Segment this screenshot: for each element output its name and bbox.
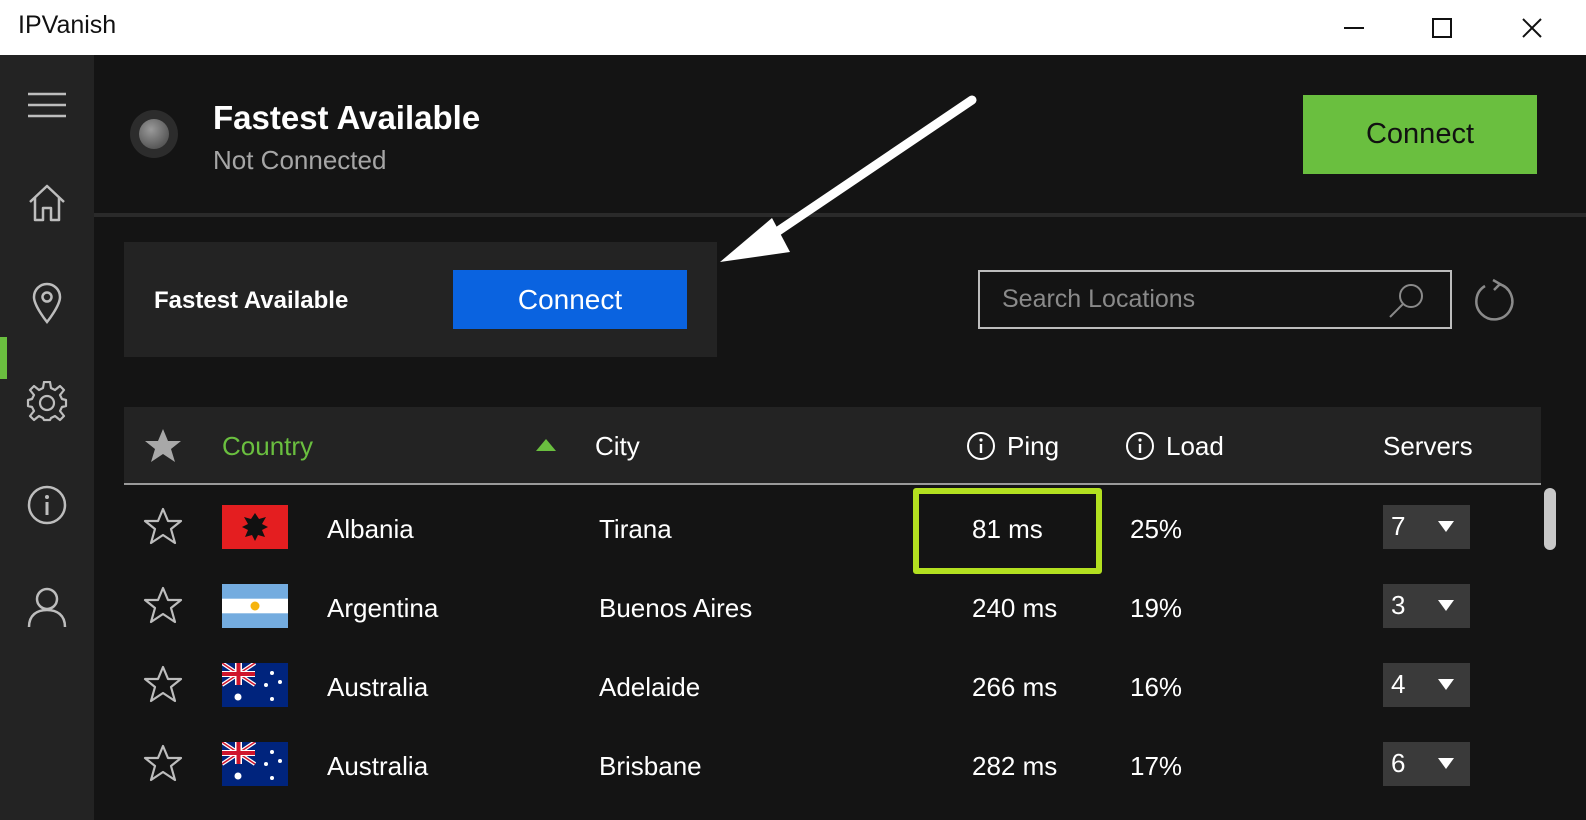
column-header-city[interactable]: City [595, 431, 640, 462]
servers-count: 7 [1391, 511, 1406, 541]
sidebar-item-settings[interactable] [0, 373, 94, 433]
servers-dropdown[interactable]: 6 [1383, 742, 1470, 786]
main-content: Fastest Available Not Connected Connect … [94, 55, 1586, 820]
header-divider [94, 213, 1586, 217]
chevron-down-icon [1438, 521, 1454, 532]
sort-ascending-icon [536, 439, 556, 451]
country-cell: Australia [327, 751, 429, 781]
favorites-star-icon[interactable] [143, 427, 183, 465]
albania-flag-icon [222, 505, 288, 549]
favorite-star-icon[interactable] [142, 506, 184, 546]
sidebar-item-account[interactable] [0, 577, 94, 637]
connect-button[interactable]: Connect [1303, 95, 1537, 174]
table-row[interactable]: Argentina Buenos Aires 240 ms 19% 3 [124, 567, 1541, 646]
title-bar: IPVanish [0, 0, 1586, 55]
column-header-ping[interactable]: Ping [1007, 431, 1059, 462]
close-icon [1522, 17, 1542, 38]
servers-count: 4 [1391, 669, 1406, 699]
ping-cell: 266 ms [972, 672, 1058, 702]
chevron-down-icon [1438, 679, 1454, 690]
servers-dropdown[interactable]: 3 [1383, 584, 1470, 628]
sidebar-item-home[interactable] [0, 173, 94, 233]
city-cell: Tirana [599, 514, 672, 544]
selected-location-title: Fastest Available [213, 99, 481, 136]
menu-icon [28, 92, 66, 118]
load-cell: 17% [1130, 751, 1183, 781]
sidebar [0, 55, 94, 820]
servers-dropdown[interactable]: 4 [1383, 663, 1470, 707]
favorite-star-icon[interactable] [142, 585, 184, 625]
sidebar-item-locations[interactable] [0, 273, 94, 333]
minimize-button[interactable] [1310, 0, 1398, 55]
table-header-divider [124, 483, 1541, 485]
load-cell: 19% [1130, 593, 1183, 623]
table-row[interactable]: Australia Adelaide 266 ms 16% 4 [124, 646, 1541, 725]
home-icon [29, 184, 65, 222]
connection-status-indicator [130, 110, 178, 158]
ping-cell: 240 ms [972, 593, 1058, 623]
user-icon [27, 587, 67, 628]
column-header-servers[interactable]: Servers [1383, 431, 1473, 462]
scrollbar-thumb[interactable] [1544, 488, 1556, 550]
refresh-icon[interactable] [1471, 278, 1517, 324]
servers-dropdown[interactable]: 7 [1383, 505, 1470, 549]
australia-flag-icon [222, 742, 288, 786]
search-input[interactable] [980, 272, 1380, 327]
sidebar-item-info[interactable] [0, 475, 94, 535]
chevron-down-icon [1438, 600, 1454, 611]
search-icon[interactable] [1386, 282, 1426, 320]
connection-header: Fastest Available Not Connected Connect [94, 55, 1586, 213]
close-button[interactable] [1488, 0, 1576, 55]
country-cell: Argentina [327, 593, 439, 623]
info-icon [27, 485, 67, 525]
table-row[interactable]: Albania Tirana 81 ms 25% 7 [124, 488, 1541, 567]
country-cell: Albania [327, 514, 414, 544]
city-cell: Adelaide [599, 672, 701, 702]
load-cell: 16% [1130, 672, 1183, 702]
fastest-connect-button[interactable]: Connect [453, 270, 687, 329]
argentina-flag-icon [222, 584, 288, 628]
city-cell: Buenos Aires [599, 593, 753, 623]
favorite-star-icon[interactable] [142, 743, 184, 783]
favorite-star-icon[interactable] [142, 664, 184, 704]
chevron-down-icon [1438, 758, 1454, 769]
app-title: IPVanish [18, 11, 117, 39]
servers-count: 6 [1391, 748, 1406, 778]
maximize-button[interactable] [1398, 0, 1486, 55]
connection-status-text: Not Connected [213, 145, 387, 175]
fastest-available-panel: Fastest Available Connect [124, 242, 717, 357]
ping-cell: 282 ms [972, 751, 1058, 781]
ping-info-icon[interactable] [966, 431, 996, 461]
maximize-icon [1432, 17, 1452, 38]
fastest-available-label: Fastest Available [154, 287, 349, 314]
column-header-load[interactable]: Load [1166, 431, 1224, 462]
table-header: Country City Ping Load Servers [124, 407, 1541, 485]
location-pin-icon [32, 282, 62, 324]
load-info-icon[interactable] [1125, 431, 1155, 461]
table-row[interactable]: Australia Brisbane 282 ms 17% 6 [124, 725, 1541, 804]
sidebar-menu-button[interactable] [0, 75, 94, 135]
australia-flag-icon [222, 663, 288, 707]
load-cell: 25% [1130, 514, 1183, 544]
country-cell: Australia [327, 672, 429, 702]
city-cell: Brisbane [599, 751, 702, 781]
minimize-icon [1344, 26, 1364, 29]
column-header-country[interactable]: Country [222, 431, 313, 462]
search-locations-box [978, 270, 1452, 329]
servers-count: 3 [1391, 590, 1406, 620]
gear-icon [26, 381, 68, 422]
ping-highlight-annotation [913, 488, 1102, 574]
